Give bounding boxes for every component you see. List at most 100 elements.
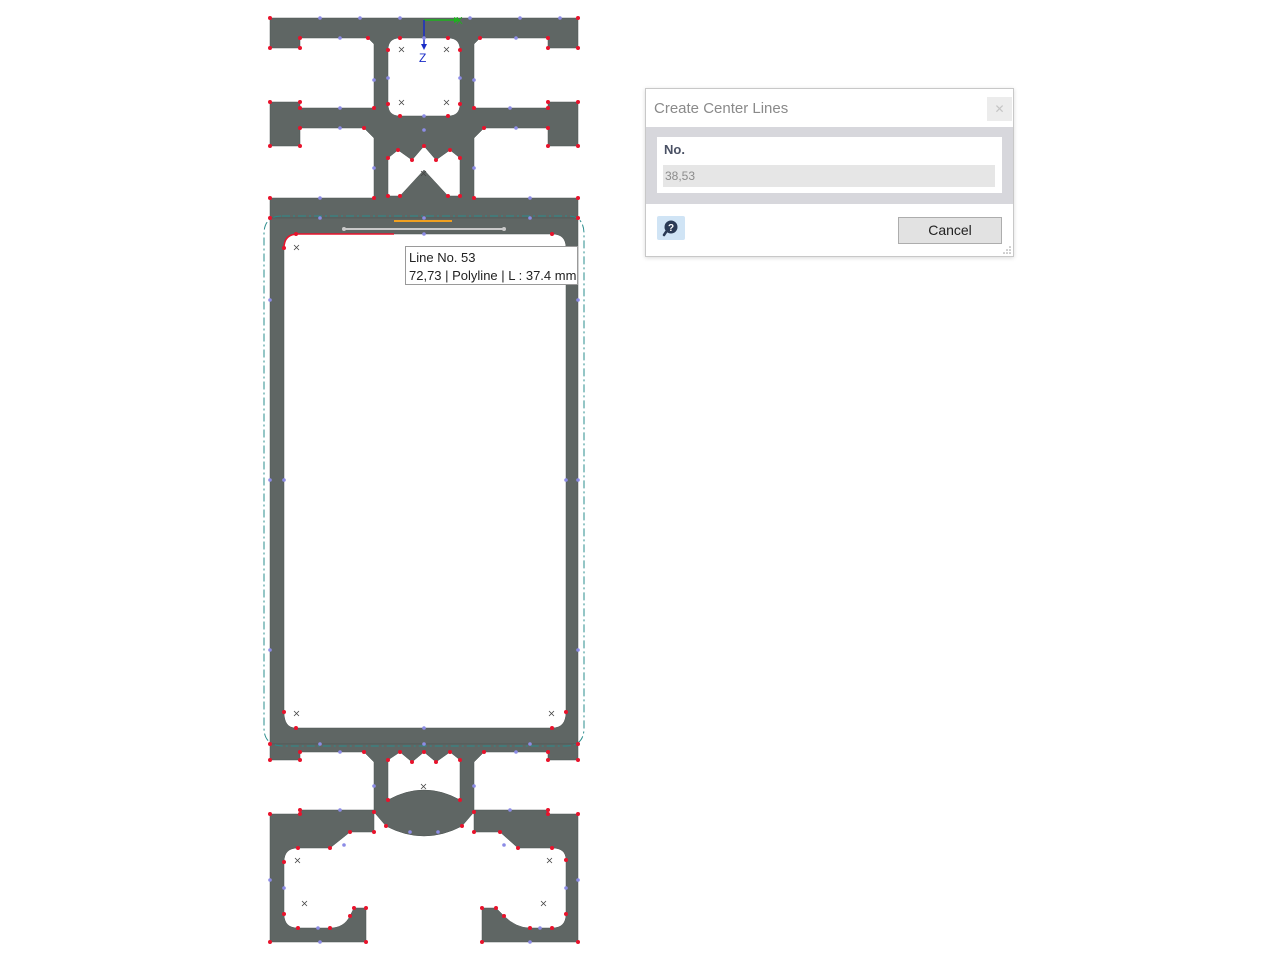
- line-midpoint[interactable]: [576, 478, 580, 482]
- node-point[interactable]: [446, 194, 450, 198]
- node-point[interactable]: [576, 812, 580, 816]
- node-point[interactable]: [576, 940, 580, 944]
- node-point[interactable]: [564, 858, 568, 862]
- node-point[interactable]: [576, 46, 580, 50]
- node-point[interactable]: [298, 100, 302, 104]
- line-midpoint[interactable]: [518, 16, 522, 20]
- aluminium-profile-section[interactable]: [269, 17, 579, 943]
- node-point[interactable]: [372, 810, 376, 814]
- selected-corner[interactable]: [283, 233, 394, 249]
- node-point[interactable]: [268, 100, 272, 104]
- node-point[interactable]: [576, 144, 580, 148]
- line-midpoint[interactable]: [528, 196, 532, 200]
- node-point[interactable]: [386, 194, 390, 198]
- line-midpoint[interactable]: [318, 216, 322, 220]
- line-midpoint[interactable]: [268, 298, 272, 302]
- profile-bottom-block[interactable]: [269, 743, 579, 943]
- line-midpoint[interactable]: [422, 232, 426, 236]
- line-midpoint[interactable]: [472, 78, 476, 82]
- node-point[interactable]: [298, 812, 302, 816]
- node-point[interactable]: [448, 750, 452, 754]
- node-point[interactable]: [546, 812, 550, 816]
- node-point[interactable]: [576, 742, 580, 746]
- node-point[interactable]: [458, 758, 462, 762]
- node-point[interactable]: [422, 750, 426, 754]
- node-point[interactable]: [386, 758, 390, 762]
- line-midpoint[interactable]: [472, 784, 476, 788]
- no-field[interactable]: 38,53: [663, 165, 995, 187]
- node-point[interactable]: [502, 914, 506, 918]
- node-point[interactable]: [434, 158, 438, 162]
- node-point[interactable]: [364, 940, 368, 944]
- line-midpoint[interactable]: [358, 16, 362, 20]
- node-point[interactable]: [348, 914, 352, 918]
- node-point[interactable]: [546, 758, 550, 762]
- node-point[interactable]: [384, 824, 388, 828]
- node-point[interactable]: [448, 148, 452, 152]
- line-midpoint[interactable]: [436, 830, 440, 834]
- line-midpoint[interactable]: [318, 196, 322, 200]
- node-point[interactable]: [546, 106, 550, 110]
- node-point[interactable]: [546, 144, 550, 148]
- node-point[interactable]: [268, 216, 272, 220]
- node-point[interactable]: [546, 46, 550, 50]
- node-point[interactable]: [546, 750, 550, 754]
- line-midpoint[interactable]: [576, 878, 580, 882]
- profile-main-box[interactable]: [269, 217, 579, 745]
- node-point[interactable]: [366, 36, 370, 40]
- node-point[interactable]: [298, 758, 302, 762]
- node-point[interactable]: [386, 156, 390, 160]
- node-point[interactable]: [478, 36, 482, 40]
- node-point[interactable]: [268, 742, 272, 746]
- node-point[interactable]: [546, 808, 550, 812]
- line-midpoint[interactable]: [514, 36, 518, 40]
- node-point[interactable]: [352, 906, 356, 910]
- node-point[interactable]: [482, 750, 486, 754]
- node-point[interactable]: [298, 126, 302, 130]
- line-midpoint[interactable]: [564, 886, 568, 890]
- line-midpoint[interactable]: [338, 106, 342, 110]
- node-point[interactable]: [550, 232, 554, 236]
- node-point[interactable]: [396, 148, 400, 152]
- node-point[interactable]: [480, 906, 484, 910]
- node-point[interactable]: [268, 758, 272, 762]
- node-point[interactable]: [434, 760, 438, 764]
- line-midpoint[interactable]: [514, 750, 518, 754]
- node-point[interactable]: [282, 710, 286, 714]
- node-point[interactable]: [294, 232, 298, 236]
- line-midpoint[interactable]: [576, 648, 580, 652]
- node-point[interactable]: [268, 940, 272, 944]
- line-midpoint[interactable]: [422, 216, 426, 220]
- help-search-icon[interactable]: ?: [657, 216, 685, 240]
- line-midpoint[interactable]: [422, 726, 426, 730]
- node-point[interactable]: [546, 126, 550, 130]
- node-point[interactable]: [528, 926, 532, 930]
- node-point[interactable]: [298, 144, 302, 148]
- node-point[interactable]: [480, 940, 484, 944]
- node-point[interactable]: [550, 846, 554, 850]
- line-midpoint[interactable]: [408, 830, 412, 834]
- line-endpoint[interactable]: [502, 227, 506, 231]
- line-midpoint[interactable]: [372, 166, 376, 170]
- node-point[interactable]: [268, 196, 272, 200]
- line-midpoint[interactable]: [268, 878, 272, 882]
- line-midpoint[interactable]: [576, 298, 580, 302]
- node-point[interactable]: [282, 912, 286, 916]
- node-point[interactable]: [268, 16, 272, 20]
- node-point[interactable]: [472, 830, 476, 834]
- line-midpoint[interactable]: [268, 648, 272, 652]
- node-point[interactable]: [564, 710, 568, 714]
- line-midpoint[interactable]: [538, 926, 542, 930]
- node-point[interactable]: [576, 216, 580, 220]
- node-point[interactable]: [372, 106, 376, 110]
- node-point[interactable]: [410, 158, 414, 162]
- line-midpoint[interactable]: [528, 940, 532, 944]
- node-point[interactable]: [516, 846, 520, 850]
- node-point[interactable]: [282, 246, 286, 250]
- node-point[interactable]: [576, 16, 580, 20]
- model-canvas[interactable]: X Z: [0, 0, 1280, 960]
- line-midpoint[interactable]: [318, 940, 322, 944]
- node-point[interactable]: [564, 912, 568, 916]
- line-midpoint[interactable]: [468, 16, 472, 20]
- node-point[interactable]: [296, 846, 300, 850]
